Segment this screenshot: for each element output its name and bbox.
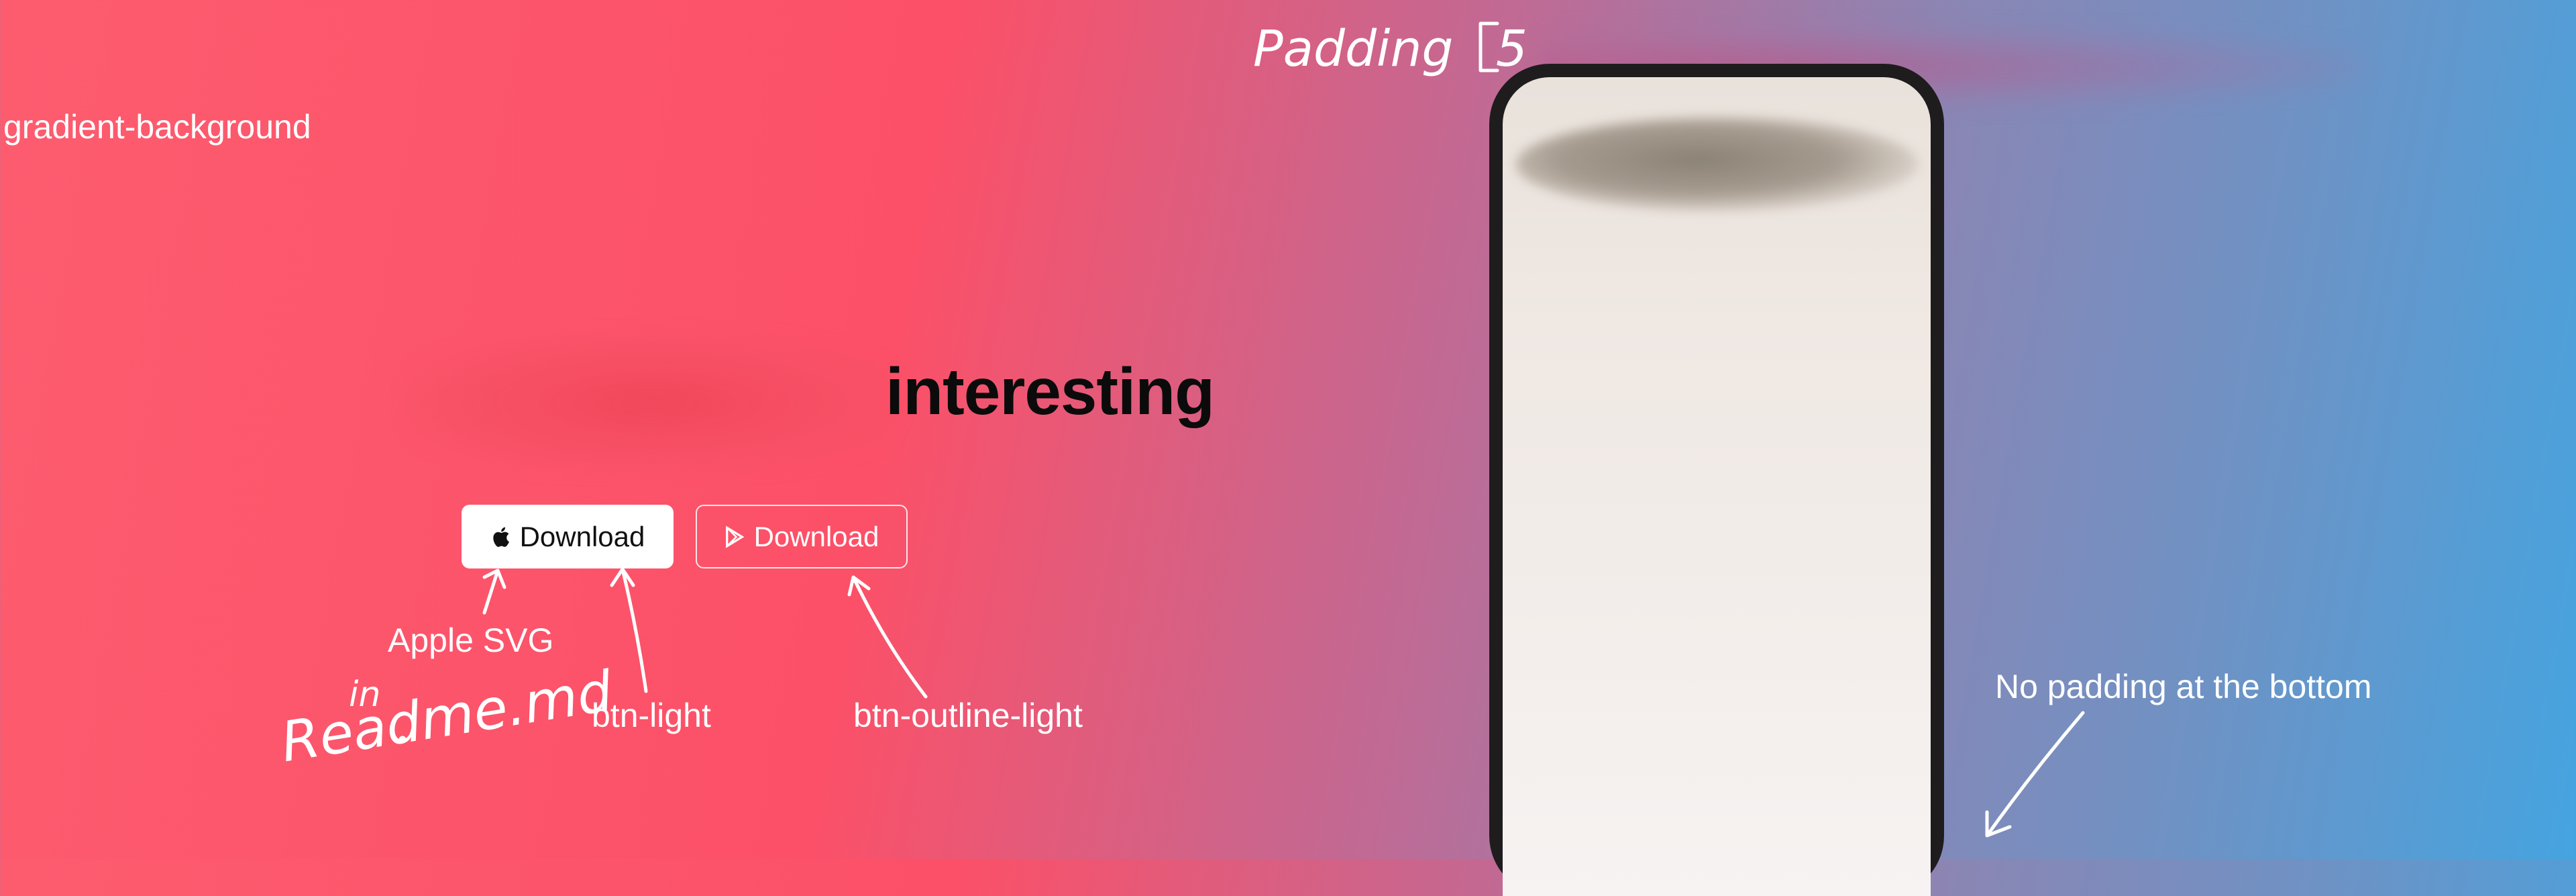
btn-outline-light-annotation: btn-outline-light	[853, 697, 1083, 734]
play-download-button[interactable]: Download	[696, 505, 908, 568]
padding-annotation: Padding 5	[1253, 20, 1527, 78]
play-store-icon	[725, 525, 744, 548]
no-padding-arrow	[1985, 711, 2085, 838]
apple-download-label: Download	[519, 520, 645, 552]
btn-outline-light-arrow	[847, 575, 928, 699]
readme-annotation: Readme.md	[276, 659, 617, 775]
hero-headline: interesting	[885, 354, 1215, 428]
btn-light-arrow	[610, 567, 648, 693]
play-download-label: Download	[753, 520, 879, 552]
no-padding-annotation: No padding at the bottom	[1995, 668, 2372, 705]
apple-icon	[492, 527, 509, 547]
phone-screen	[1503, 77, 1931, 896]
screen-blurred-content	[1516, 117, 1919, 211]
apple-download-button[interactable]: Download	[462, 505, 674, 568]
apple-svg-annotation: Apple SVG	[388, 621, 554, 659]
phone-mockup	[1489, 64, 1944, 896]
redacted-headline-text	[406, 336, 899, 470]
padding-label: Padding	[1253, 20, 1454, 78]
gradient-background-label: gradient-background	[3, 108, 311, 146]
btn-light-annotation: btn-light	[592, 697, 711, 734]
apple-svg-arrow	[482, 568, 506, 615]
